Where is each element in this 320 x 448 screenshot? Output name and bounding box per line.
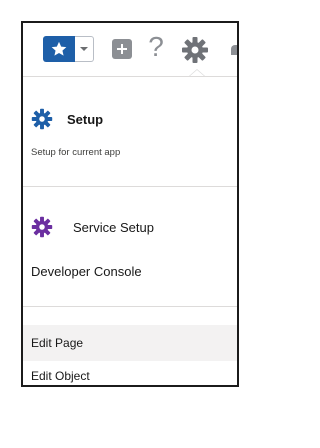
- menu-item-service-setup[interactable]: Service Setup: [23, 213, 237, 241]
- menu-divider: [23, 186, 237, 187]
- help-button[interactable]: ?: [145, 31, 167, 63]
- menu-divider: [23, 306, 237, 307]
- gear-icon: [182, 37, 208, 63]
- service-setup-label: Service Setup: [73, 219, 154, 235]
- dropdown-caret: [189, 69, 205, 76]
- help-icon: ?: [148, 31, 164, 62]
- global-actions-button[interactable]: [112, 39, 132, 59]
- menu-item-edit-page[interactable]: Edit Page: [23, 325, 237, 361]
- gear-icon: [31, 216, 53, 238]
- setup-gear-button[interactable]: [181, 36, 209, 64]
- gear-icon: [31, 108, 53, 130]
- plus-icon: [117, 44, 127, 54]
- menu-item-setup[interactable]: Setup: [23, 105, 237, 133]
- global-header-toolbar: ?: [23, 23, 237, 75]
- menu-item-developer-console[interactable]: Developer Console: [23, 260, 237, 284]
- setup-subtitle: Setup for current app: [31, 147, 121, 158]
- bell-icon[interactable]: [231, 45, 237, 55]
- screenshot-frame: ? Setup Setup for current app Service Se…: [21, 21, 239, 387]
- menu-item-edit-object[interactable]: Edit Object: [23, 365, 237, 385]
- favorites-button[interactable]: [43, 36, 75, 62]
- setup-title: Setup: [67, 111, 104, 127]
- favorites-menu-button[interactable]: [75, 36, 94, 62]
- header-divider: [23, 76, 237, 77]
- star-icon: [51, 41, 67, 56]
- chevron-down-icon: [80, 47, 88, 51]
- favorites-button-group: [43, 36, 95, 62]
